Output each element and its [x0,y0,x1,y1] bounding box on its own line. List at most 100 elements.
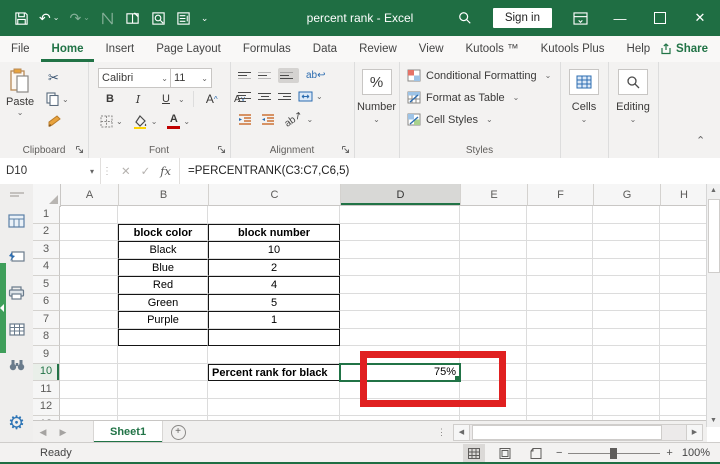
tab-formulas[interactable]: Formulas [232,36,302,62]
top-align-button[interactable] [238,70,251,81]
cells-button[interactable]: Cells ⌄ [560,69,608,124]
conditional-formatting-button[interactable]: Conditional Formatting⌄ [407,69,551,82]
cell-H7[interactable] [660,311,707,329]
format-as-table-button[interactable]: Format as Table⌄ [407,91,519,104]
worksheet-pane-icon[interactable] [0,214,33,228]
cell-A2[interactable] [60,224,118,242]
cell-H10[interactable] [660,364,707,382]
underline-button[interactable]: U [156,90,176,108]
row-header-3[interactable]: 3 [33,241,60,259]
sheet-nav-right-icon[interactable]: ▶ [53,421,73,443]
cell-A11[interactable] [60,381,118,399]
cell-G4[interactable] [593,259,660,277]
cell-C6[interactable]: 5 [208,294,340,312]
cell-C10[interactable]: Percent rank for black [208,364,340,382]
column-header-B[interactable]: B [119,184,209,206]
tab-help[interactable]: Help [616,36,662,62]
row-header-6[interactable]: 6 [33,294,60,312]
scroll-down-arrow-icon[interactable]: ▼ [707,414,720,427]
tab-kutools[interactable]: Kutools ™ [455,36,530,62]
cell-B1[interactable] [118,206,208,224]
cell-B12[interactable] [118,399,208,417]
formula-input[interactable]: =PERCENTRANK(C3:C7,C6,5) [180,158,720,184]
column-header-E[interactable]: E [461,184,528,206]
sign-in-button[interactable]: Sign in [493,8,552,28]
cell-G12[interactable] [593,399,660,417]
cell-H5[interactable] [660,276,707,294]
cell-G10[interactable] [593,364,660,382]
cell-E4[interactable] [460,259,527,277]
font-size-combo[interactable]: 11⌄ [170,68,212,88]
form-list-icon[interactable] [176,11,191,26]
cell-F1[interactable] [527,206,593,224]
cell-E7[interactable] [460,311,527,329]
insert-function-button[interactable]: fx [160,164,171,178]
sheet-nav-left-icon[interactable]: ◀ [33,421,53,443]
cell-A5[interactable] [60,276,118,294]
tab-page-layout[interactable]: Page Layout [145,36,232,62]
wrap-text-button[interactable]: ab↩ [306,70,326,81]
increase-font-size-button[interactable]: A^ [202,90,222,108]
zoom-level[interactable]: 100% [682,447,710,459]
formula-bar-resizer[interactable]: ⋮ [101,158,113,184]
cell-H3[interactable] [660,241,707,259]
cell-H11[interactable] [660,381,707,399]
new-sheet-button[interactable]: + [163,421,193,443]
cell-E6[interactable] [460,294,527,312]
cell-G1[interactable] [593,206,660,224]
tab-data[interactable]: Data [302,36,348,62]
collapse-ribbon-button[interactable]: ⌃ [696,134,705,147]
tab-home[interactable]: Home [41,36,95,62]
cell-C8[interactable] [208,329,340,347]
bottom-align-button[interactable] [278,68,299,83]
cell-B9[interactable] [118,346,208,364]
orientation-button[interactable]: ab↗ ⌄ [284,114,313,125]
cell-G9[interactable] [593,346,660,364]
row-header-4[interactable]: 4 [33,259,60,277]
middle-align-button[interactable] [258,70,271,81]
zoom-slider[interactable] [568,453,660,454]
cell-E3[interactable] [460,241,527,259]
cell-B5[interactable]: Red [118,276,208,294]
cell-G11[interactable] [593,381,660,399]
enter-icon[interactable]: ✓ [141,164,151,178]
cell-D3[interactable] [340,241,460,259]
column-header-C[interactable]: C [209,184,341,206]
zoom-slider-handle[interactable] [610,448,617,459]
cell-F8[interactable] [527,329,593,347]
cell-F3[interactable] [527,241,593,259]
cell-A6[interactable] [60,294,118,312]
name-box[interactable]: D10 ▾ [0,158,101,184]
column-header-G[interactable]: G [594,184,661,206]
cell-B4[interactable]: Blue [118,259,208,277]
flash-pane-icon[interactable] [0,250,33,263]
cell-A10[interactable] [60,364,118,382]
font-color-button[interactable]: A ⌄ [167,114,190,129]
cell-F5[interactable] [527,276,593,294]
page-layout-view-button[interactable] [494,444,516,462]
cell-B6[interactable]: Green [118,294,208,312]
align-right-button[interactable] [278,91,291,102]
cell-F10[interactable] [527,364,593,382]
alignment-dialog-launcher[interactable] [341,145,351,155]
cell-C3[interactable]: 10 [208,241,340,259]
tab-review[interactable]: Review [348,36,408,62]
cell-F2[interactable] [527,224,593,242]
fill-color-button[interactable]: ⌄ [133,115,158,129]
hscroll-left-arrow-icon[interactable]: ◀ [453,424,470,441]
column-header-H[interactable]: H [661,184,708,206]
scroll-up-arrow-icon[interactable]: ▲ [707,184,720,197]
customize-quick-access-button[interactable]: ⌄ [201,14,209,23]
number-format-button[interactable]: % Number ⌄ [354,69,399,124]
row-header-7[interactable]: 7 [33,311,60,329]
merge-center-button[interactable]: ⌄ [298,91,323,102]
cell-C12[interactable] [208,399,340,417]
cell-B3[interactable]: Black [118,241,208,259]
font-dialog-launcher[interactable] [217,145,227,155]
cell-A12[interactable] [60,399,118,417]
cell-C5[interactable]: 4 [208,276,340,294]
borders-button[interactable]: ⌄ [100,115,123,128]
zoom-in-button[interactable]: + [666,447,672,459]
horizontal-scroll-thumb[interactable] [472,425,662,440]
tab-file[interactable]: File [0,36,41,62]
